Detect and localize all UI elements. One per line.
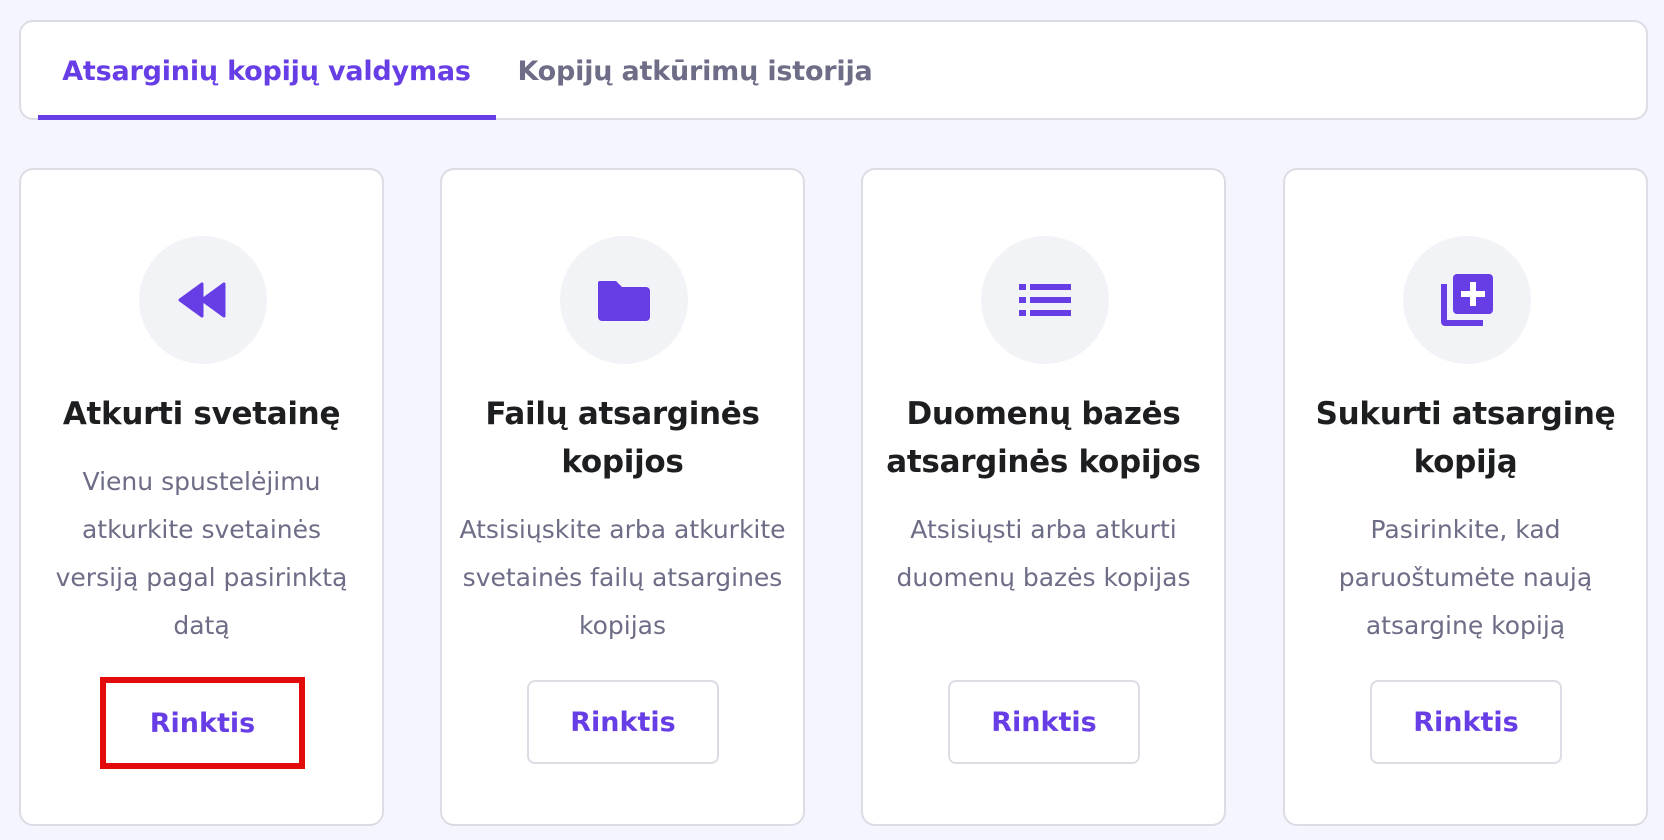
card-create-backup: Sukurti atsarginę kopiją Pasirinkite, ka…	[1283, 168, 1648, 826]
card-title: Sukurti atsarginę kopiją	[1315, 396, 1616, 480]
card-description: Pasirinkite, kad paruoštumėte naują atsa…	[1338, 515, 1593, 640]
card-title: Failų atsarginės kopijos	[485, 396, 760, 480]
list-icon	[981, 236, 1109, 364]
select-button-create-backup[interactable]: Rinktis	[1370, 680, 1562, 764]
card-description: Atsisiųskite arba atkurkite svetainės fa…	[459, 515, 786, 640]
select-button-database-backups[interactable]: Rinktis	[948, 680, 1140, 764]
select-button-file-backups[interactable]: Rinktis	[527, 680, 719, 764]
card-title: Atkurti svetainę	[62, 396, 341, 432]
tab-restore-history[interactable]: Kopijų atkūrimų istorija	[495, 22, 895, 120]
card-title: Duomenų bazės atsarginės kopijos	[886, 396, 1201, 480]
active-tab-indicator	[38, 115, 496, 120]
card-file-backups: Failų atsarginės kopijos Atsisiųskite ar…	[440, 168, 805, 826]
card-restore-website: Atkurti svetainę Vienu spustelėjimu atku…	[19, 168, 384, 826]
folder-icon	[560, 236, 688, 364]
card-description: Vienu spustelėjimu atkurkite svetainės v…	[55, 467, 348, 640]
rewind-icon	[139, 236, 267, 364]
add-copy-icon	[1403, 236, 1531, 364]
card-description: Atsisiųsti arba atkurti duomenų bazės ko…	[896, 515, 1191, 592]
card-database-backups: Duomenų bazės atsarginės kopijos Atsisių…	[861, 168, 1226, 826]
tab-bar: Atsarginių kopijų valdymas Kopijų atkūri…	[19, 20, 1648, 120]
select-button-restore-website[interactable]: Rinktis	[100, 677, 305, 769]
tab-backup-management[interactable]: Atsarginių kopijų valdymas	[38, 22, 495, 120]
